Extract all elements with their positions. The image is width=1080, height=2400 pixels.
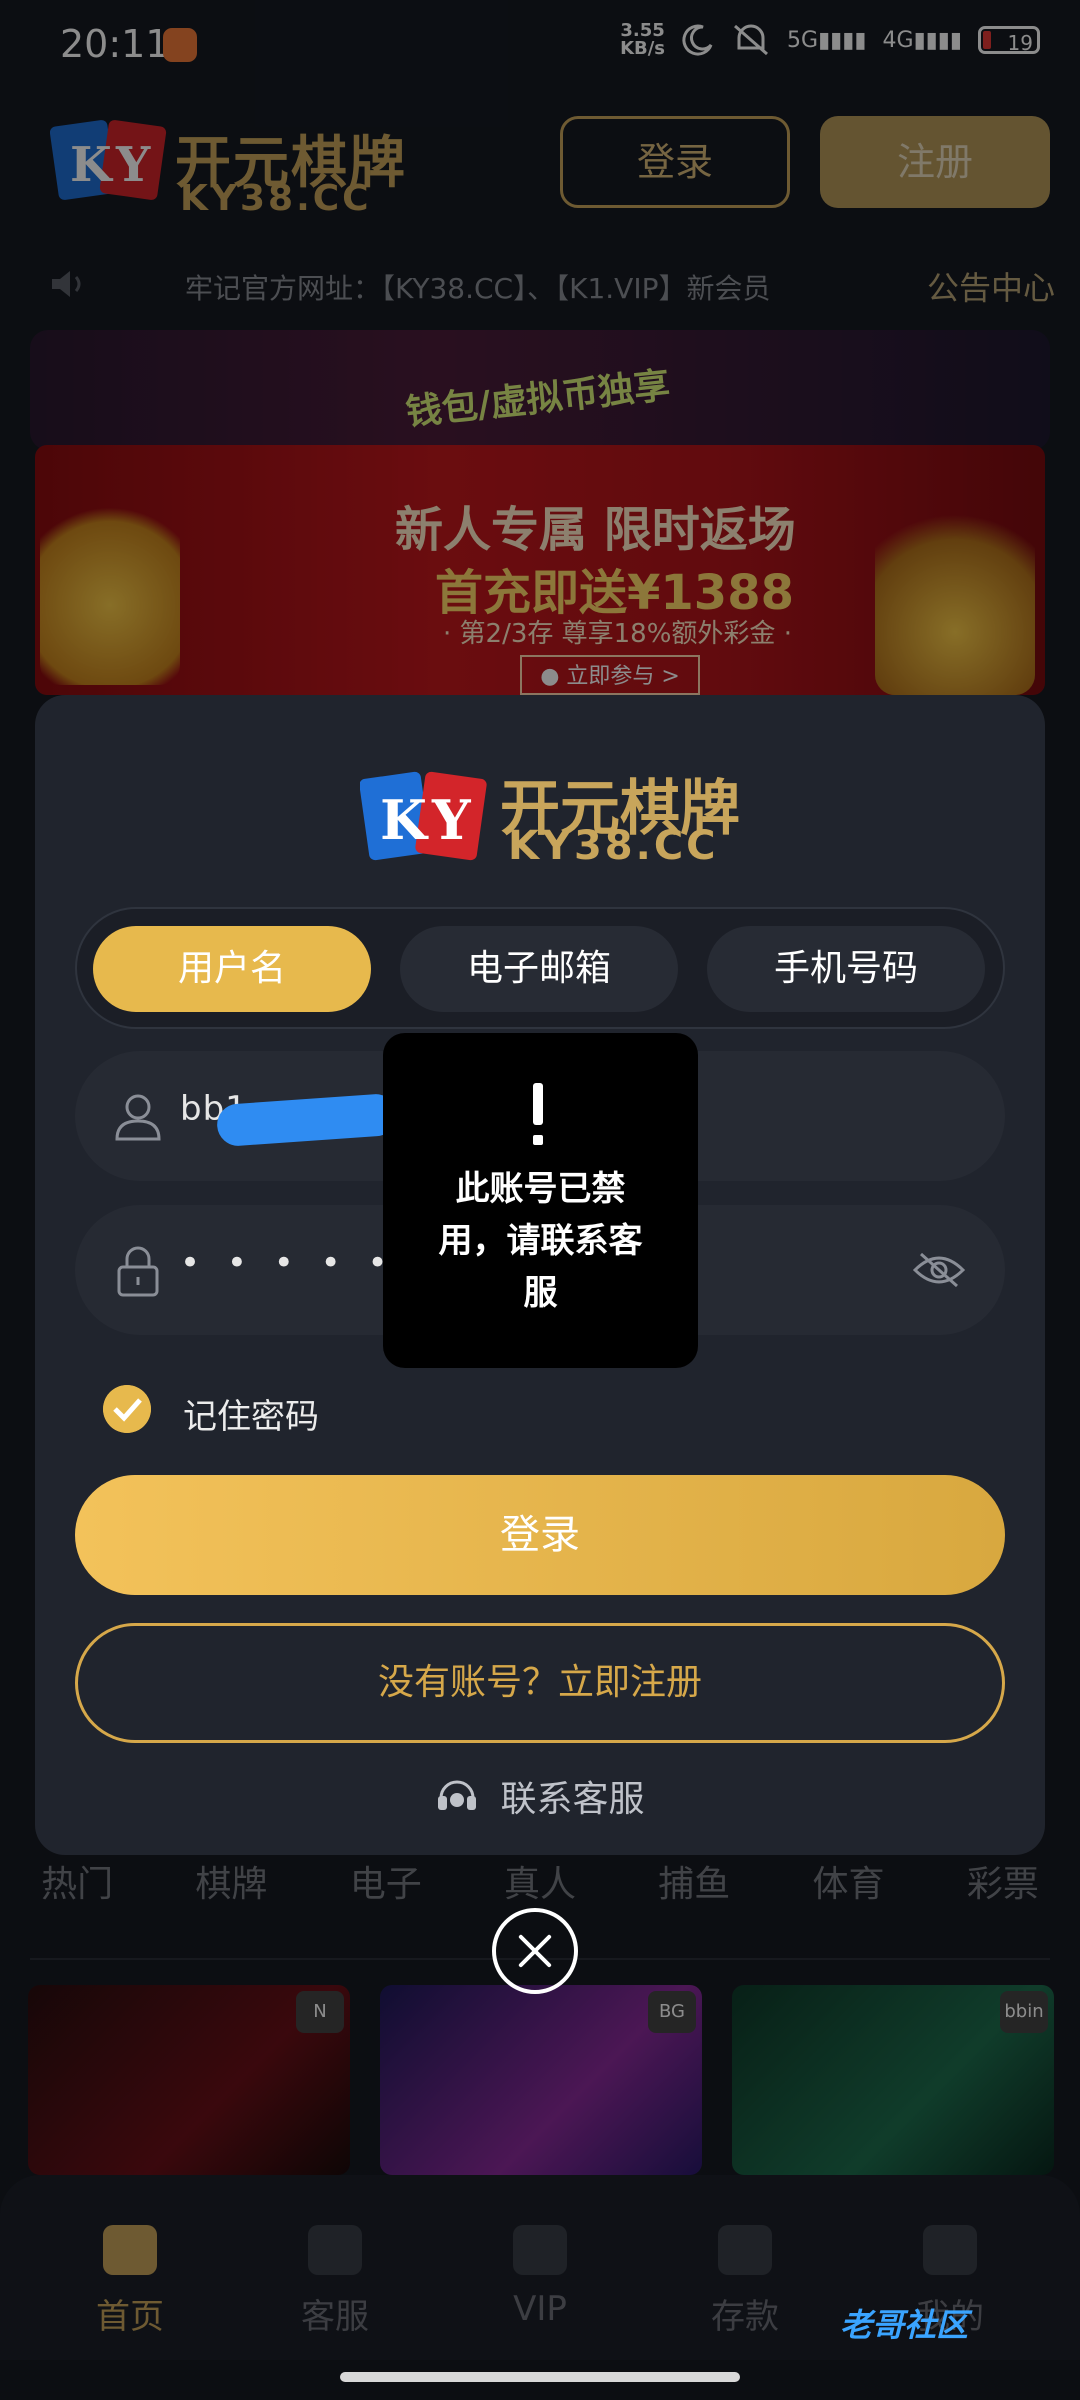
modal-logo-url: KY38.CC (508, 823, 719, 869)
headset-icon (438, 1780, 477, 1810)
remember-password-label: 记住密码 (183, 1397, 319, 1437)
tab-username[interactable]: 用户名 (93, 926, 371, 1012)
tab-email[interactable]: 电子邮箱 (400, 926, 678, 1012)
eye-off-icon[interactable] (913, 1250, 965, 1290)
error-toast: 此账号已禁用，请联系客服 (383, 1033, 698, 1368)
register-link-button[interactable]: 没有账号？立即注册 (75, 1623, 1005, 1743)
close-modal-button[interactable] (492, 1908, 578, 1994)
ky-logo-icon: K Y (360, 771, 487, 861)
user-icon (115, 1094, 161, 1141)
contact-support-label: 联系客服 (500, 1779, 645, 1820)
svg-text:K: K (380, 788, 429, 852)
watermark-logo: 老哥社区 (840, 2306, 969, 2344)
lock-icon (117, 1246, 159, 1297)
login-button[interactable]: 登录 (75, 1475, 1005, 1595)
svg-text:Y: Y (431, 788, 472, 852)
exclamation-icon (533, 1083, 543, 1145)
checkbox-checked-icon[interactable] (103, 1385, 151, 1433)
contact-support[interactable]: 联系客服 (35, 1770, 1045, 1830)
home-indicator[interactable] (340, 2372, 740, 2382)
toast-message: 此账号已禁用，请联系客服 (438, 1169, 643, 1313)
login-method-tabs: 用户名 电子邮箱 手机号码 (75, 907, 1005, 1029)
tab-phone[interactable]: 手机号码 (707, 926, 985, 1012)
